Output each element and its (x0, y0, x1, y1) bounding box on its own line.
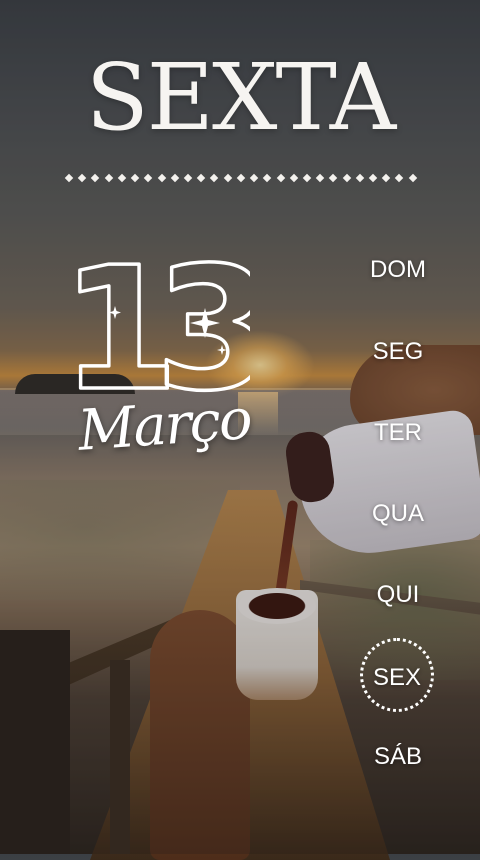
weekday-seg: SEG (372, 338, 424, 365)
dotted-divider (64, 172, 417, 184)
weekday-qui: QUI (376, 581, 420, 608)
weekday-dom: DOM (370, 256, 426, 283)
weekday-ter: TER (374, 419, 422, 446)
weekday-sab: SÁB (373, 743, 423, 770)
weekday-qua: QUA (371, 500, 424, 527)
month-label: Março (75, 386, 253, 464)
weekday-title: SEXTA (85, 44, 396, 151)
weekday-sex-selected: SEX (360, 638, 434, 712)
